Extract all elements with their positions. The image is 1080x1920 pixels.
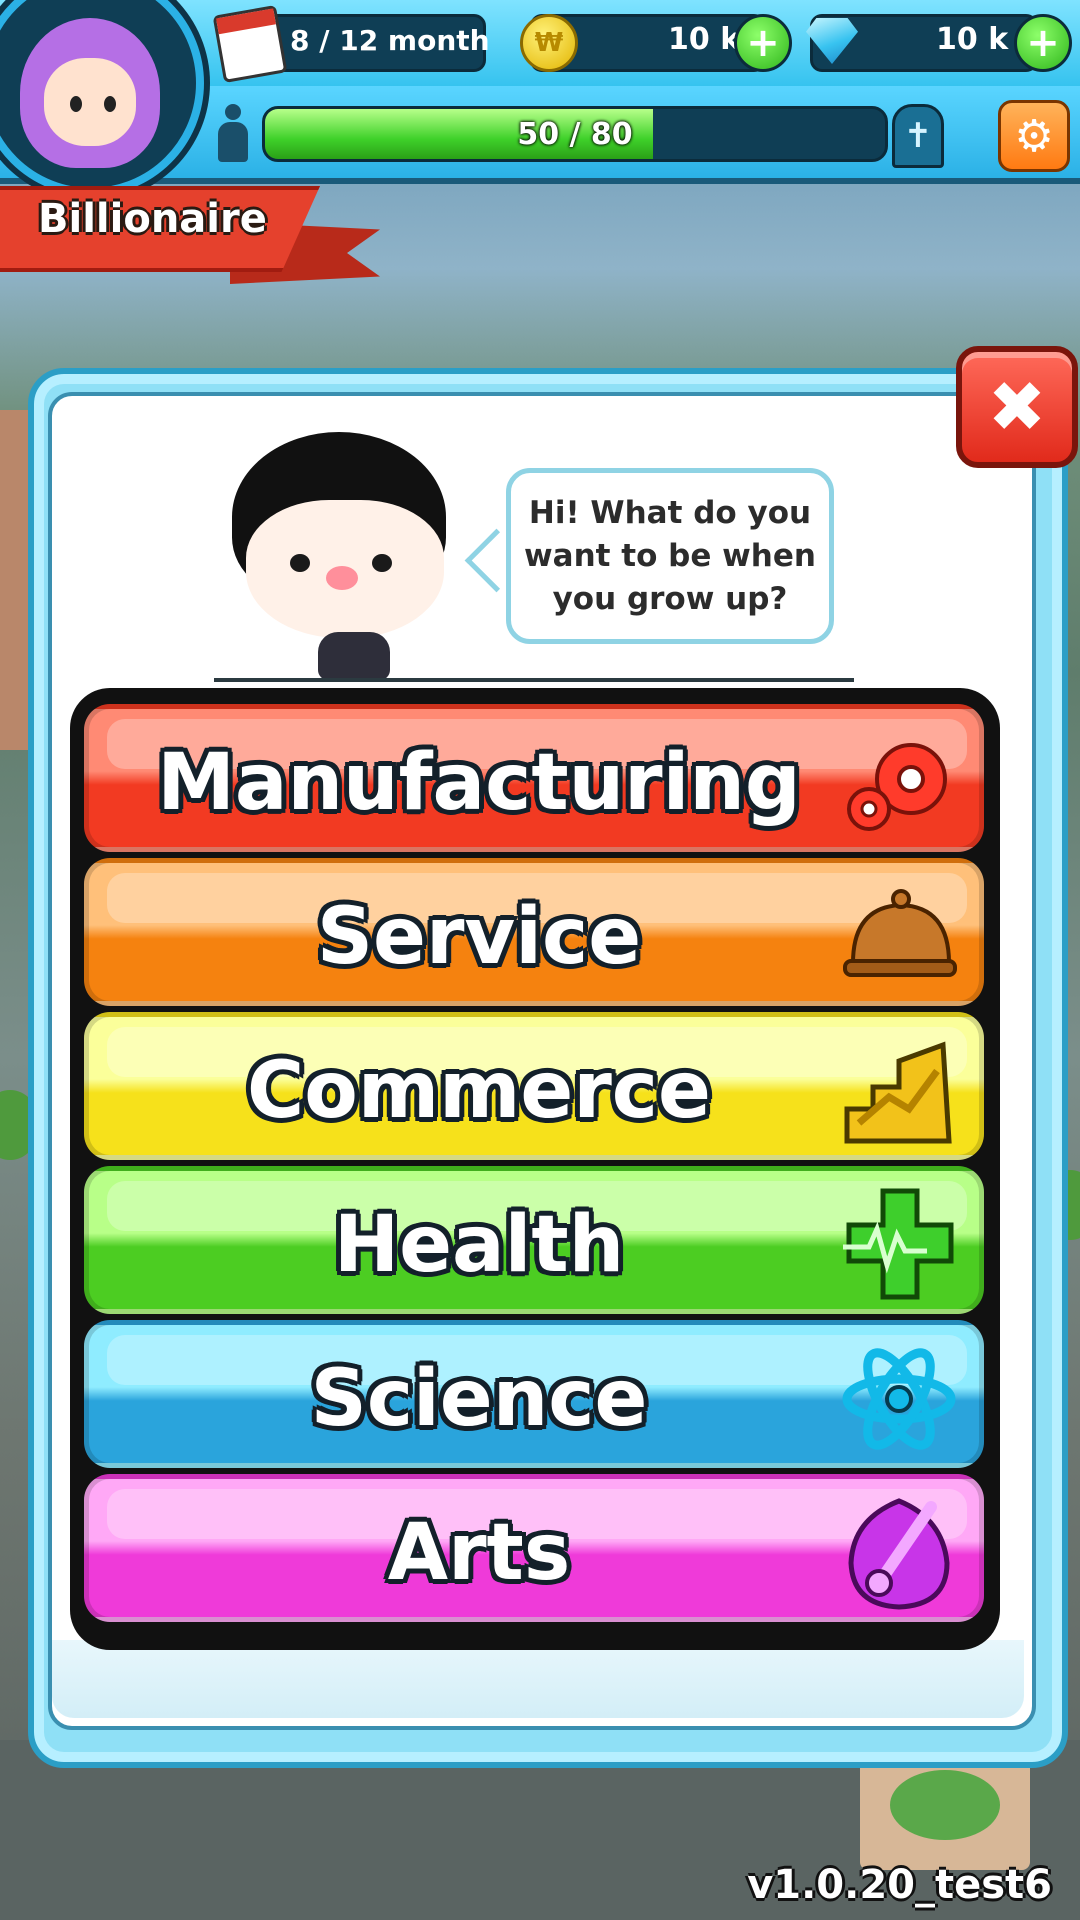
plus-icon: + [1026,20,1060,66]
dialog-bottom-strip [52,1640,1024,1718]
plus-icon: + [746,20,780,66]
rank-label: Billionaire [38,196,267,242]
tree [890,1770,1000,1840]
close-button[interactable]: ✖ [956,346,1078,468]
grave-icon: ✝ [892,104,944,168]
speech-bubble: Hi! What do you want to be when you grow… [506,468,834,644]
career-label: Arts [387,1508,571,1598]
character-body [318,632,390,680]
service-bell-icon [843,889,957,977]
character-eye [290,554,310,572]
coin-symbol: ₩ [534,28,564,58]
career-label: Commerce [247,1046,711,1136]
grave-symbol: ✝ [903,116,933,156]
career-button-health[interactable]: Health [84,1166,984,1314]
paintbrush-icon [848,1498,950,1610]
progress-text: 50 / 80 [517,116,633,152]
career-label: Service [316,892,642,982]
career-label: Science [310,1354,648,1444]
career-button-manufacturing[interactable]: Manufacturing [84,704,984,852]
date-text: 8 / 12 month [290,24,490,57]
avatar-face [44,58,136,146]
career-label: Health [333,1200,625,1290]
atom-icon [842,1348,956,1450]
version-label: v1.0.20_test6 [747,1862,1052,1908]
career-button-commerce[interactable]: Commerce [84,1012,984,1160]
life-progress-bar: 50 / 80 [262,106,888,162]
avatar-eye [104,96,116,112]
character-nose [326,566,358,590]
divider [214,678,854,682]
coin-amount: 10 k [668,22,741,57]
career-button-service[interactable]: Service [84,858,984,1006]
gem-amount: 10 k [936,22,1009,57]
calendar-icon [212,4,288,84]
medical-cross-icon [843,1188,954,1300]
career-label: Manufacturing [157,738,801,828]
close-icon: ✖ [987,366,1047,448]
person-icon [218,104,248,162]
settings-button[interactable]: ⚙ [998,100,1070,172]
coin-icon: ₩ [520,14,578,72]
career-button-science[interactable]: Science [84,1320,984,1468]
add-coins-button[interactable]: + [734,14,792,72]
add-gems-button[interactable]: + [1014,14,1072,72]
character-eye [372,554,392,572]
growth-chart-icon [844,1041,952,1144]
avatar-eye [70,96,82,112]
career-button-arts[interactable]: Arts [84,1474,984,1622]
gear-icon: ⚙ [1014,110,1054,162]
gears-icon [847,743,947,831]
